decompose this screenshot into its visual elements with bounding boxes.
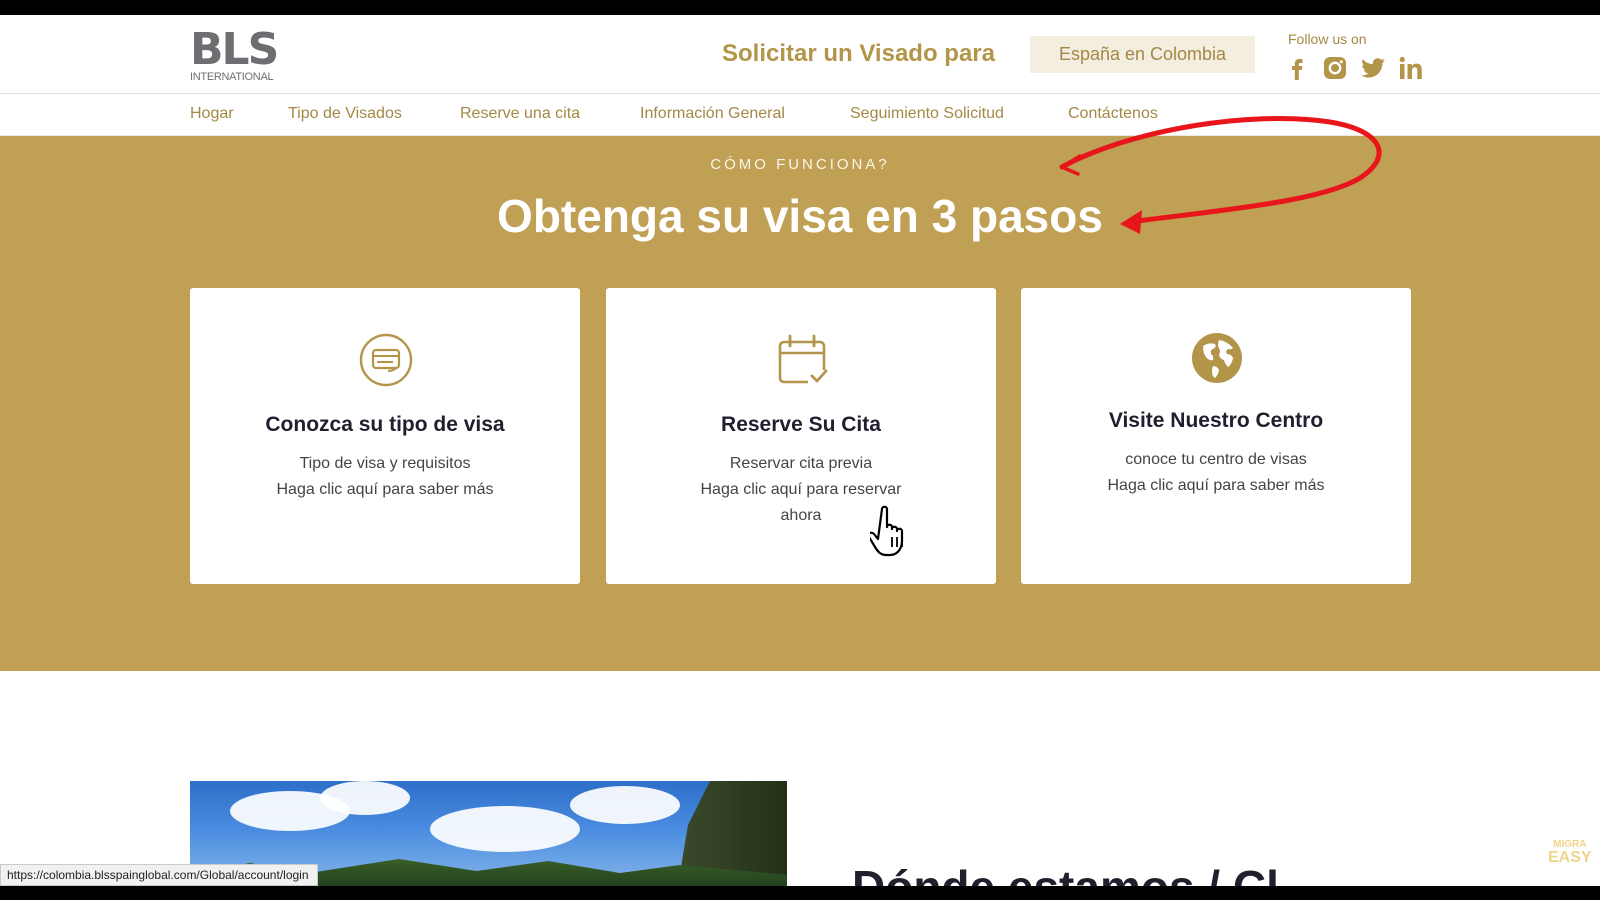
hand-pointer-cursor	[870, 505, 904, 557]
browser-status-url: https://colombia.blsspainglobal.com/Glob…	[0, 864, 318, 886]
step-card-visit-center[interactable]: Visite Nuestro Centro conoce tu centro d…	[1021, 288, 1411, 584]
social-links	[1284, 55, 1424, 81]
card-text-line1: Reservar cita previa	[729, 455, 873, 472]
id-card-icon	[359, 333, 413, 387]
card-title: Conozca su tipo de visa	[265, 413, 505, 436]
nav-item-informacion-general[interactable]: Información General	[640, 105, 785, 123]
bls-logo[interactable]: BLS INTERNATIONAL	[190, 27, 282, 85]
site-header: BLS INTERNATIONAL Solicitar un Visado pa…	[0, 15, 1600, 94]
card-text-line2[interactable]: Haga clic aquí para saber más	[1041, 473, 1391, 499]
country-button[interactable]: España en Colombia	[1030, 36, 1255, 73]
video-top-letterbox	[0, 0, 1600, 15]
card-title: Visite Nuestro Centro	[1108, 409, 1324, 432]
nav-item-tipo-de-visados[interactable]: Tipo de Visados	[288, 105, 402, 123]
card-text-line3[interactable]: ahora	[626, 503, 976, 529]
logo-subtext: INTERNATIONAL	[190, 71, 274, 83]
webpage: BLS INTERNATIONAL Solicitar un Visado pa…	[0, 15, 1600, 886]
card-title: Reserve Su Cita	[721, 413, 881, 436]
card-text-line2[interactable]: Haga clic aquí para reservar	[626, 477, 976, 503]
card-text-line2[interactable]: Haga clic aquí para saber más	[210, 477, 560, 503]
twitter-icon[interactable]	[1360, 55, 1386, 81]
annotation-arrow	[1059, 116, 1382, 234]
card-text-line1: Tipo de visa y requisitos	[299, 455, 471, 472]
facebook-icon[interactable]	[1284, 55, 1310, 81]
globe-icon	[1192, 333, 1242, 383]
next-section-heading: Dónde estamos / Cl	[852, 867, 1279, 886]
nav-item-seguimiento-solicitud[interactable]: Seguimiento Solicitud	[850, 105, 1004, 123]
channel-watermark: MIGRA EASY	[1548, 840, 1592, 866]
linkedin-icon[interactable]	[1398, 55, 1424, 81]
visa-title: Solicitar un Visado para	[722, 40, 995, 67]
nav-item-reserve-una-cita[interactable]: Reserve una cita	[460, 105, 580, 123]
follow-label: Follow us on	[1288, 31, 1367, 47]
instagram-icon[interactable]	[1322, 55, 1348, 81]
card-text-line1: conoce tu centro de visas	[1125, 451, 1307, 468]
watermark-bottom: EASY	[1548, 849, 1592, 866]
video-bottom-letterbox	[0, 886, 1600, 900]
step-card-appointment[interactable]: Reserve Su Cita Reservar cita previa Hag…	[606, 288, 996, 584]
step-card-visa-type[interactable]: Conozca su tipo de visa Tipo de visa y r…	[190, 288, 580, 584]
nav-item-hogar[interactable]: Hogar	[190, 105, 234, 123]
calendar-check-icon	[778, 334, 828, 386]
logo-text: BLS	[190, 24, 279, 75]
